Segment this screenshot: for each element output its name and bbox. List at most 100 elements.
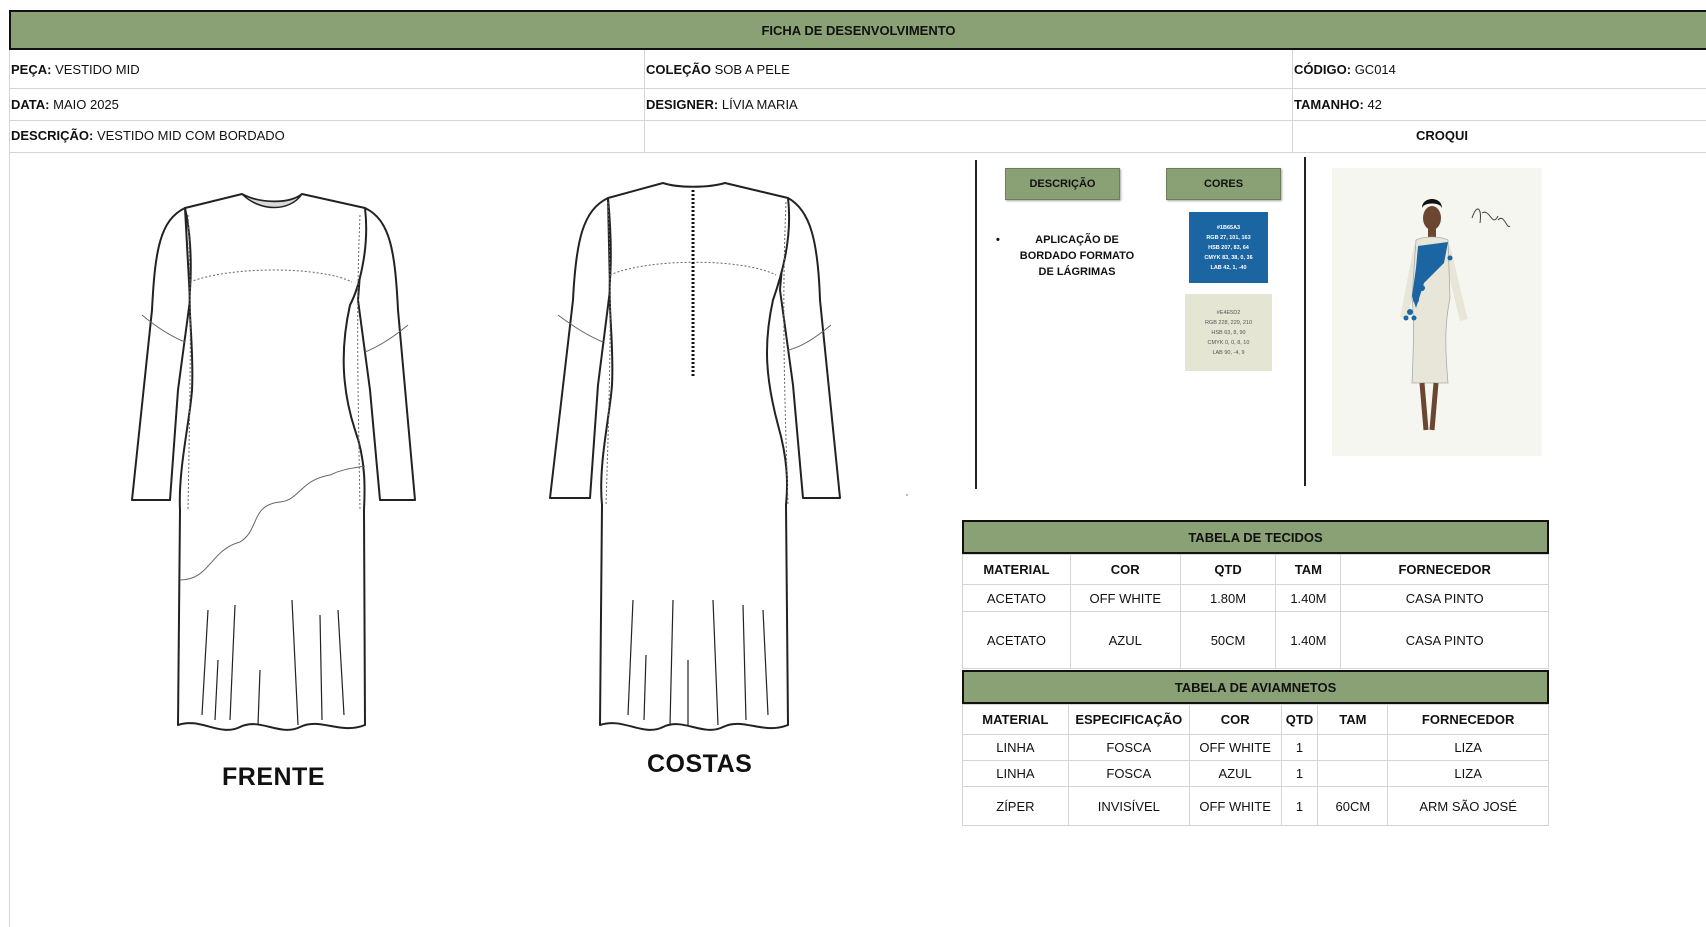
data-field: DATA: MAIO 2025 (11, 97, 119, 112)
table-cell: ZÍPER (962, 786, 1069, 826)
panel-divider-left (975, 160, 977, 489)
descricao-field: DESCRIÇÃO: VESTIDO MID COM BORDADO (11, 128, 285, 143)
data-label: DATA: (11, 97, 50, 112)
descricao-label: DESCRIÇÃO: (11, 128, 94, 143)
table-cell (1317, 734, 1389, 761)
table-cell: 1 (1280, 786, 1319, 826)
speck-mark (906, 494, 908, 496)
table-cell: FOSCA (1067, 760, 1190, 787)
table-header-row: MATERIAL ESPECIFICAÇÃO COR QTD TAM FORNE… (962, 704, 1549, 735)
table-cell: ACETATO (962, 611, 1071, 669)
swatch-cmyk: CMYK 0, 0, 8, 10 (1207, 339, 1250, 346)
table-cell: AZUL (1069, 611, 1181, 669)
swatch-rgb: RGB 27, 101, 163 (1206, 234, 1251, 241)
back-label: COSTAS (647, 750, 753, 778)
column-header: TAM (1317, 704, 1389, 735)
cores-tab[interactable]: CORES (1166, 168, 1281, 200)
column-header: TAM (1275, 554, 1342, 585)
croqui-illustration (1332, 168, 1542, 456)
swatch-hex: #E4E5D2 (1216, 309, 1241, 316)
front-flat-drawing (131, 193, 416, 731)
designer-field: DESIGNER: LÍVIA MARIA (646, 97, 798, 112)
table-cell: ACETATO (962, 584, 1071, 612)
table-cell: AZUL (1188, 760, 1282, 787)
column-header: QTD (1280, 704, 1319, 735)
grid-line (9, 88, 1706, 89)
swatch-hsb: HSB 63, 8, 90 (1211, 329, 1246, 336)
sheet-title-text: FICHA DE DESENVOLVIMENTO (761, 22, 956, 38)
data-value: MAIO 2025 (53, 97, 119, 112)
table-cell: OFF WHITE (1188, 786, 1282, 826)
table-cell: OFF WHITE (1069, 584, 1181, 612)
peca-value: VESTIDO MID (55, 62, 140, 77)
codigo-value: GC014 (1354, 62, 1396, 77)
swatch-cmyk: CMYK 83, 38, 0, 36 (1204, 254, 1253, 261)
designer-value: LÍVIA MARIA (721, 97, 798, 112)
designer-label: DESIGNER: (646, 97, 719, 112)
table-cell: LIZA (1387, 760, 1549, 787)
codigo-label: CÓDIGO: (1294, 62, 1352, 77)
grid-line (644, 50, 645, 152)
swatch-rgb: RGB 228, 229, 210 (1204, 319, 1253, 326)
table-cell: LIZA (1387, 734, 1549, 761)
column-header: FORNECEDOR (1340, 554, 1549, 585)
fabrics-table: MATERIAL COR QTD TAM FORNECEDOR ACETATO … (962, 554, 1549, 669)
table-cell: OFF WHITE (1188, 734, 1282, 761)
colecao-value: SOB A PELE (714, 62, 790, 77)
column-header: FORNECEDOR (1387, 704, 1549, 735)
column-header: QTD (1179, 554, 1277, 585)
descricao-tab[interactable]: DESCRIÇÃO (1005, 168, 1120, 200)
tamanho-value: 42 (1367, 97, 1382, 112)
table-cell: 60CM (1317, 786, 1389, 826)
swatch-hsb: HSB 207, 83, 64 (1208, 244, 1249, 251)
front-label: FRENTE (222, 763, 325, 791)
table-cell: 1.80M (1179, 584, 1277, 612)
swatch-hex: #1B65A3 (1216, 224, 1241, 231)
swatch-lab: LAB 42, 1, -40 (1210, 264, 1247, 271)
grid-line (9, 50, 10, 927)
trims-table-title: TABELA DE AVIAMNETOS (962, 670, 1549, 704)
table-cell: LINHA (962, 734, 1069, 761)
peca-label: PEÇA: (11, 62, 52, 77)
table-cell: CASA PINTO (1340, 611, 1549, 669)
table-cell: LINHA (962, 760, 1069, 787)
table-cell: 1 (1280, 760, 1319, 787)
grid-line (9, 152, 1706, 153)
column-header: MATERIAL (962, 554, 1071, 585)
column-header: COR (1188, 704, 1282, 735)
detail-bullet: APLICAÇÃO DE BORDADO FORMATO DE LÁGRIMAS (1019, 234, 1135, 278)
table-cell: 1.40M (1275, 584, 1342, 612)
descricao-value: VESTIDO MID COM BORDADO (96, 128, 285, 143)
table-row: LINHA FOSCA AZUL 1 LIZA (962, 760, 1549, 787)
trims-table: MATERIAL ESPECIFICAÇÃO COR QTD TAM FORNE… (962, 704, 1549, 826)
codigo-field: CÓDIGO: GC014 (1294, 62, 1396, 77)
color-swatch-blue: #1B65A3 RGB 27, 101, 163 HSB 207, 83, 64… (1189, 212, 1268, 283)
grid-line (9, 120, 1706, 121)
column-header: MATERIAL (962, 704, 1069, 735)
fabrics-table-title: TABELA DE TECIDOS (962, 520, 1549, 554)
table-cell: FOSCA (1067, 734, 1190, 761)
table-cell: CASA PINTO (1340, 584, 1549, 612)
table-cell: ARM SÃO JOSÉ (1387, 786, 1549, 826)
back-flat-drawing (549, 182, 841, 731)
table-header-row: MATERIAL COR QTD TAM FORNECEDOR (962, 554, 1549, 585)
swatch-lab: LAB 90, -4, 9 (1212, 349, 1245, 356)
table-row: ZÍPER INVISÍVEL OFF WHITE 1 60CM ARM SÃO… (962, 786, 1549, 826)
colecao-label: COLEÇÃO (646, 62, 711, 77)
sheet-title: FICHA DE DESENVOLVIMENTO (9, 10, 1706, 50)
color-swatch-offwhite: #E4E5D2 RGB 228, 229, 210 HSB 63, 8, 90 … (1185, 294, 1272, 371)
croqui-label: CROQUI (1416, 128, 1468, 143)
table-cell: 1.40M (1275, 611, 1342, 669)
panel-divider-right (1304, 157, 1306, 486)
table-row: ACETATO OFF WHITE 1.80M 1.40M CASA PINTO (962, 584, 1549, 612)
peca-field: PEÇA: VESTIDO MID (11, 62, 140, 77)
column-header: ESPECIFICAÇÃO (1067, 704, 1190, 735)
table-row: ACETATO AZUL 50CM 1.40M CASA PINTO (962, 611, 1549, 669)
tamanho-field: TAMANHO: 42 (1294, 97, 1382, 112)
table-cell (1317, 760, 1389, 787)
table-row: LINHA FOSCA OFF WHITE 1 LIZA (962, 734, 1549, 761)
colecao-field: COLEÇÃO SOB A PELE (646, 62, 790, 77)
column-header: COR (1069, 554, 1181, 585)
table-cell: 50CM (1179, 611, 1277, 669)
table-cell: INVISÍVEL (1067, 786, 1190, 826)
